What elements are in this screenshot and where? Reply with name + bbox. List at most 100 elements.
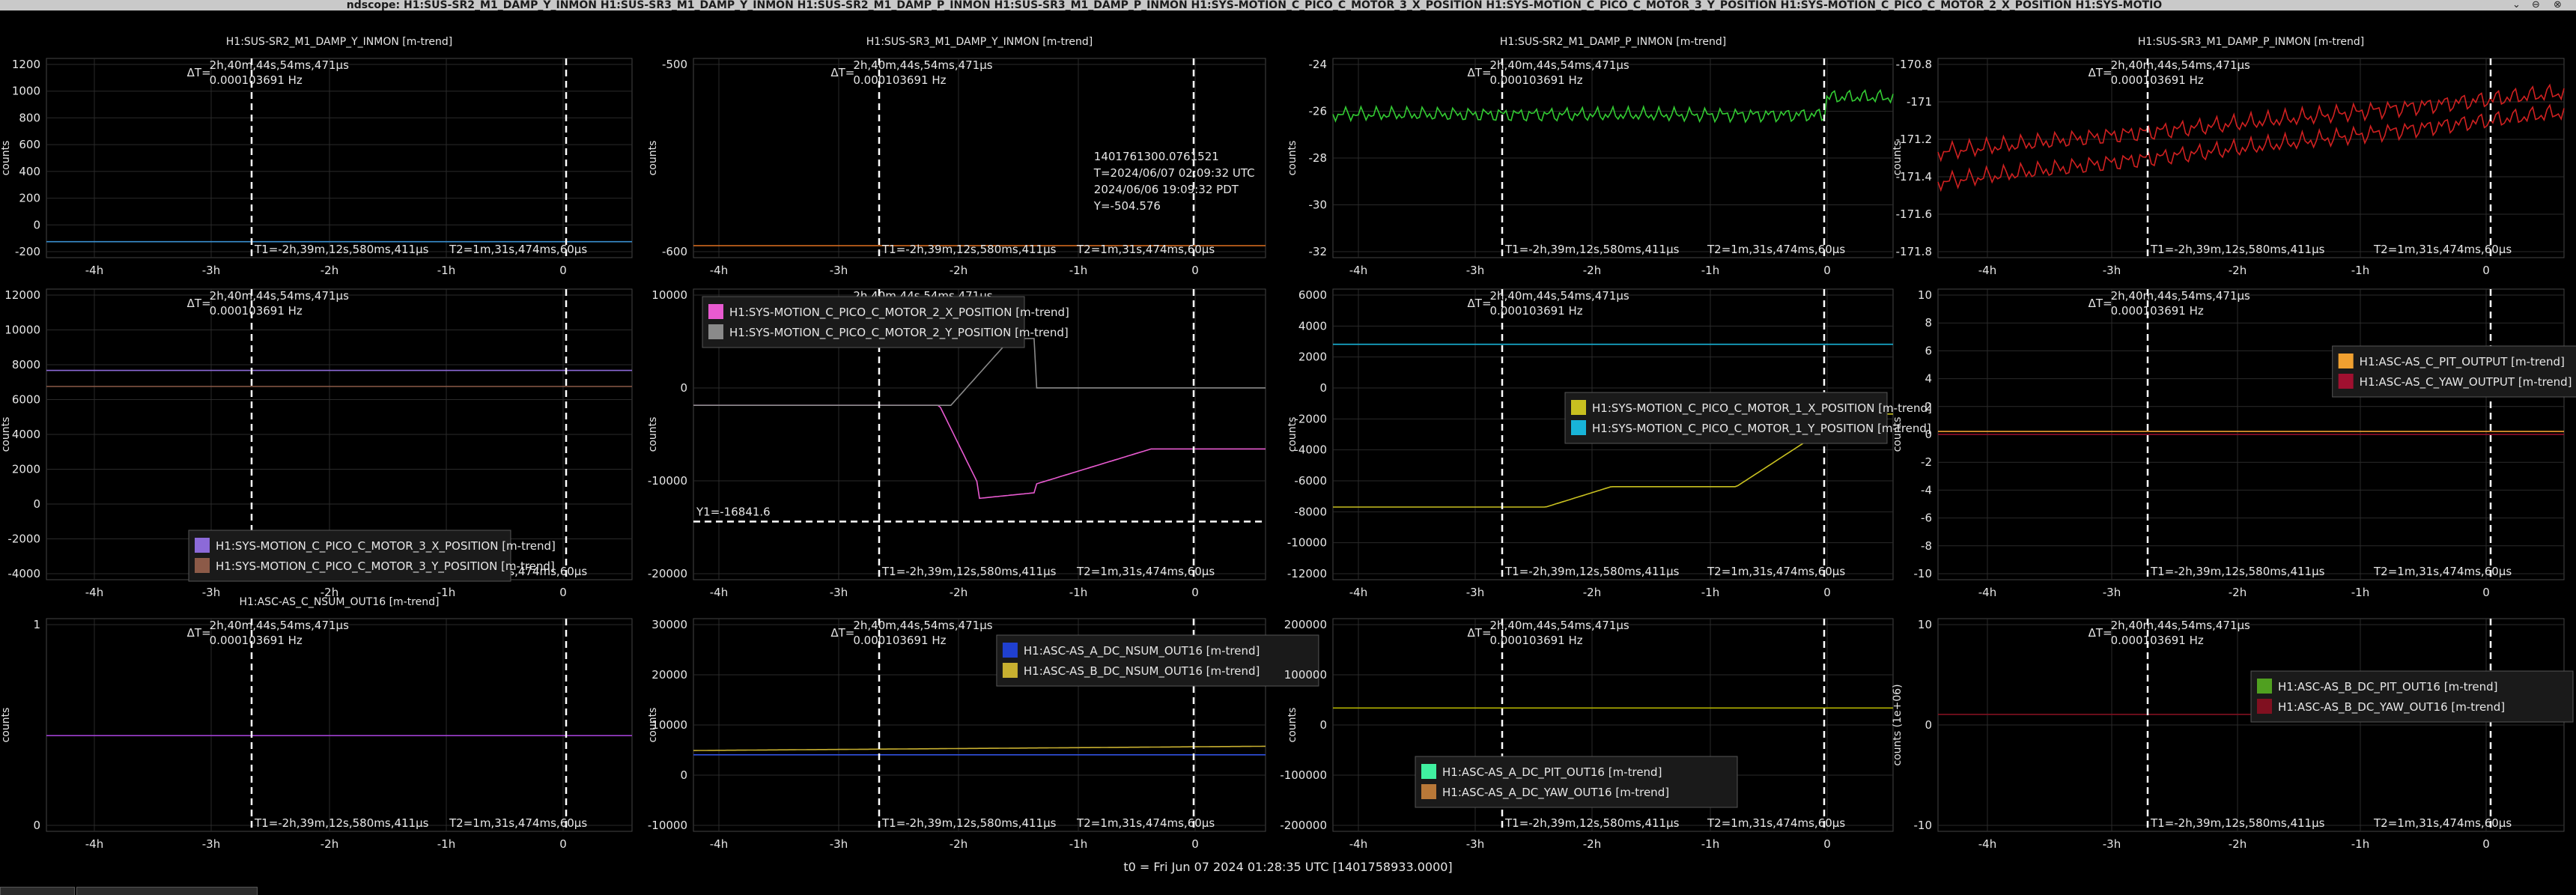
y-tick-label: -8000	[1294, 505, 1327, 518]
y-tick-label: -12000	[1287, 567, 1327, 580]
y-tick-label: 2000	[1298, 351, 1327, 364]
trace-line	[693, 404, 1266, 500]
legend-swatch	[1421, 764, 1436, 779]
delta-freq-value: 0.000103691 Hz	[2111, 634, 2204, 647]
y-tick-label: -10	[1914, 819, 1933, 832]
y-axis-label: counts	[1892, 417, 1904, 452]
plot-title: H1:SUS-SR3_M1_DAMP_P_INMON [m-trend]	[2138, 36, 2364, 48]
y-tick-label: 30000	[651, 618, 687, 631]
y-tick-label: -26	[1309, 105, 1328, 118]
plot-panel[interactable]: H1:SUS-SR2_M1_DAMP_Y_INMON [m-trend] 1200…	[0, 36, 633, 277]
x-tick-label: 0	[559, 264, 567, 277]
delta-t-label: ΔT=	[2089, 297, 2112, 310]
legend-swatch	[1571, 400, 1586, 415]
legend-box	[188, 530, 511, 582]
legend-swatch	[1571, 420, 1586, 435]
delta-t-label: ΔT=	[187, 626, 211, 640]
t2-label: T2=1m,31s,474ms,60μs	[1707, 243, 1845, 256]
y-tick-label: -10000	[1287, 536, 1327, 550]
delta-freq-value: 0.000103691 Hz	[853, 634, 946, 647]
x-tick-label: -4h	[85, 586, 103, 599]
y-tick-label: 1200	[12, 58, 40, 71]
delta-freq-value: 0.000103691 Hz	[210, 73, 303, 87]
x-tick-label: -4h	[1349, 586, 1367, 599]
legend-swatch	[1002, 643, 1018, 658]
cursor-readout-line: Y=-504.576	[1093, 199, 1161, 213]
x-tick-label: -2h	[950, 837, 967, 851]
dock-tab[interactable]	[0, 887, 75, 895]
x-tick-label: -2h	[950, 586, 967, 599]
y-tick-label: 8	[1925, 316, 1932, 330]
y-tick-label: -4	[1921, 483, 1932, 497]
y-axis-label: counts	[0, 417, 12, 452]
x-tick-label: -1h	[437, 586, 455, 599]
delta-t-label: ΔT=	[1468, 297, 1492, 310]
plot-frame	[46, 618, 633, 832]
plot-panel[interactable]: H1:SUS-SR3_M1_DAMP_Y_INMON [m-trend] -500…	[647, 36, 1266, 277]
y-tick-label: -32	[1309, 245, 1328, 258]
y-tick-label: 10000	[4, 324, 40, 337]
plot-panel[interactable]: 12000 10000 8000 6000 4000 2000 0 -2000 -4000 -4h…	[0, 288, 633, 599]
delta-t-label: ΔT=	[1468, 626, 1492, 640]
x-tick-label: -3h	[830, 264, 848, 277]
t1-label: T1=-2h,39m,12s,580ms,411μs	[881, 816, 1057, 830]
x-tick-label: 0	[2482, 837, 2490, 851]
x-tick-label: -4h	[1978, 264, 1996, 277]
cursor-readout-line: 1401761300.0761521	[1094, 150, 1219, 163]
legend-swatch	[1002, 663, 1018, 678]
y-tick-label: 10	[1918, 618, 1932, 631]
restore-button[interactable]: ⊖	[2532, 0, 2540, 10]
y-tick-label: -2000	[7, 533, 40, 546]
delta-t-label: ΔT=	[830, 626, 854, 640]
dock-tab[interactable]	[76, 887, 258, 895]
y-tick-label: -500	[662, 58, 687, 71]
x-tick-label: -1h	[2351, 586, 2369, 599]
x-tick-label: 0	[1823, 586, 1831, 599]
y-axis-label: counts	[1892, 141, 1904, 176]
trace-line	[693, 338, 1266, 406]
plot-grid[interactable]: H1:SUS-SR2_M1_DAMP_Y_INMON [m-trend] 1200…	[0, 10, 2576, 860]
y-tick-label: -10000	[648, 819, 687, 832]
t1-label: T1=-2h,39m,12s,580ms,411μs	[254, 243, 429, 256]
plot-panel[interactable]: 200000 100000 0 -100000 -200000 -4h -3h -2h -1h 0…	[1280, 618, 1894, 851]
x-tick-label: -3h	[1466, 837, 1484, 851]
x-tick-label: -1h	[1069, 586, 1087, 599]
delta-t-value: 2h,40m,44s,54ms,471μs	[1490, 58, 1629, 72]
plot-panel[interactable]: 10000 0 -10000 -20000 -4h -3h -2h -1h 0 counts T1=…	[647, 288, 1266, 599]
t2-label: T2=1m,31s,474ms,60μs	[1707, 565, 1845, 578]
t2-label: T2=1m,31s,474ms,60μs	[2373, 243, 2512, 256]
plot-title: H1:SUS-SR2_M1_DAMP_P_INMON [m-trend]	[1500, 36, 1726, 48]
x-tick-label: -4h	[710, 586, 728, 599]
delta-t-value: 2h,40m,44s,54ms,471μs	[2111, 289, 2250, 303]
x-tick-label: 0	[1823, 837, 1831, 851]
x-tick-label: -1h	[437, 837, 455, 851]
plot-title: H1:SUS-SR3_M1_DAMP_Y_INMON [m-trend]	[866, 36, 1093, 48]
plot-panel[interactable]: H1:SUS-SR3_M1_DAMP_P_INMON [m-trend] -170…	[1892, 36, 2565, 277]
y-axis-label: counts	[0, 141, 12, 176]
plot-panel[interactable]: 10 0 -10 -4h -3h -2h -1h 0 counts (1e+06) T1=-2h,…	[1892, 618, 2574, 851]
x-tick-label: -3h	[202, 837, 220, 851]
legend-box	[1564, 392, 1888, 444]
x-tick-label: -1h	[1701, 586, 1719, 599]
x-tick-label: -3h	[202, 264, 220, 277]
y-axis-label: counts	[647, 708, 659, 743]
plot-panel[interactable]: 10 8 6 4 2 0 -2 -4 -6 -8 -10 -4h -3h -2h -1h 0 counts T1=…	[1892, 288, 2576, 599]
plot-panel[interactable]: 6000 4000 2000 0 -2000 -4000 -6000 -8000 -10000 -…	[1287, 288, 1932, 599]
y-tick-label: 0	[680, 768, 687, 782]
t1-label: T1=-2h,39m,12s,580ms,411μs	[1504, 565, 1680, 578]
legend-entry: H1:ASC-AS_C_YAW_OUTPUT [m-trend]	[2360, 375, 2572, 389]
x-tick-label: -1h	[1069, 837, 1087, 851]
y-axis-label: counts (1e+06)	[1892, 684, 1904, 765]
t2-label: T2=1m,31s,474ms,60μs	[1076, 565, 1215, 578]
plot-title: H1:SUS-SR2_M1_DAMP_Y_INMON [m-trend]	[226, 36, 452, 48]
minimize-button[interactable]: ⌄	[2512, 0, 2521, 10]
plot-panel[interactable]: H1:ASC-AS_C_NSUM_OUT16 [m-trend] 1 0 -4h -3h…	[0, 596, 633, 851]
close-button[interactable]: ⊗	[2554, 0, 2562, 10]
x-tick-label: 0	[2482, 586, 2490, 599]
plot-panel[interactable]: 3000020000100000-10000-4h -3h -2h -1h 0count…	[647, 618, 1319, 851]
window-title: ndscope: H1:SUS-SR2_M1_DAMP_Y_INMON H1:S…	[346, 0, 2163, 10]
y-tick-label: 10	[1918, 288, 1932, 302]
y-tick-label: -24	[1309, 58, 1328, 71]
y-tick-label: -2	[1921, 455, 1932, 469]
plot-panel[interactable]: H1:SUS-SR2_M1_DAMP_P_INMON [m-trend] -24 -…	[1287, 36, 1894, 277]
